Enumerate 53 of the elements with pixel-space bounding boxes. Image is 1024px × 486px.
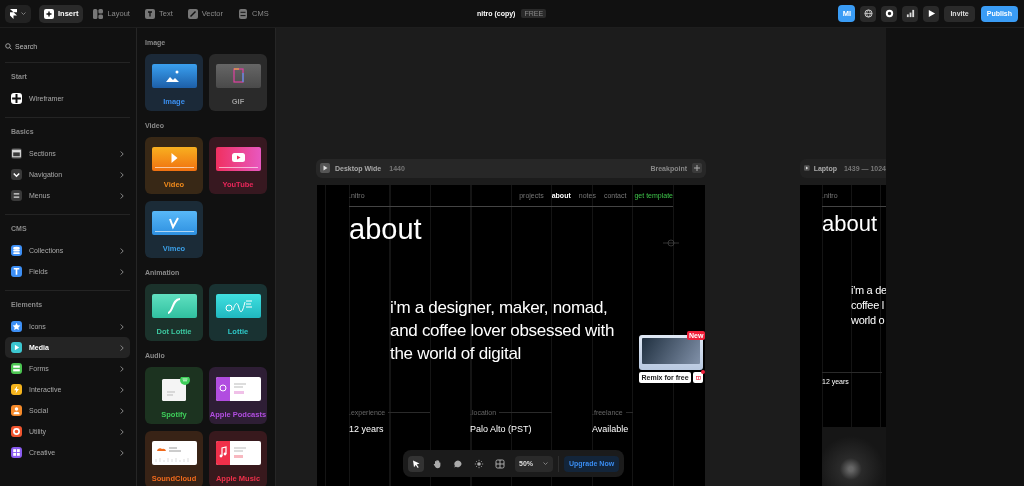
ring-icon — [884, 9, 894, 18]
website-screenshot-placeholder — [642, 337, 700, 364]
template-preview-card[interactable] — [639, 334, 703, 370]
video-player-thumbnail — [151, 147, 197, 171]
intro-paragraph: i'm a designer, maker, nomad, and coffee lover obsessed with the world of digital — [390, 296, 616, 365]
caret-icon — [21, 12, 26, 15]
animation-thumbnail — [215, 294, 261, 318]
audio-card-thumbnail — [215, 441, 261, 465]
page-heading: about — [349, 211, 422, 246]
play-icon[interactable] — [320, 163, 330, 174]
sun-icon — [474, 458, 484, 469]
pointer-icon — [411, 458, 421, 469]
video-player-thumbnail — [151, 211, 197, 235]
record-button[interactable] — [881, 5, 898, 22]
photo-placeholder — [822, 426, 886, 486]
video-player-thumbnail — [215, 147, 261, 171]
audio-card-thumbnail — [151, 441, 197, 465]
globe-button[interactable] — [860, 5, 877, 22]
bar-chart-icon — [905, 9, 915, 18]
plus-icon — [694, 165, 700, 172]
hand-icon — [432, 458, 442, 469]
stat-value: 12 years — [349, 423, 385, 434]
gift-button[interactable] — [693, 371, 703, 383]
intro-line: i'm a de — [851, 282, 886, 298]
play-icon[interactable] — [804, 163, 810, 174]
curve-thumbnail — [151, 294, 197, 318]
stat-value: Available — [592, 423, 630, 434]
layout-icon — [93, 8, 104, 19]
logo-menu-button[interactable] — [5, 4, 31, 23]
tool-button[interactable] — [408, 455, 424, 472]
play-icon — [926, 9, 936, 18]
landscape-thumbnail — [151, 64, 197, 88]
logo-icon — [10, 8, 17, 19]
plus-icon — [44, 8, 54, 19]
database-icon — [238, 8, 248, 19]
globe-icon — [863, 9, 873, 18]
page-heading: about — [822, 209, 879, 238]
text-icon — [144, 8, 155, 19]
caret-icon — [543, 462, 548, 465]
audio-card-thumbnail — [215, 377, 261, 401]
intro-line: coffee l — [851, 297, 885, 313]
intro-line: world o — [851, 312, 886, 328]
comment-icon — [453, 458, 463, 469]
gift-icon — [695, 374, 701, 380]
search-icon — [5, 42, 12, 50]
gif-frame-thumbnail — [215, 64, 261, 88]
grid-icon — [495, 458, 505, 469]
stat-value: Palo Alto (PST) — [470, 423, 533, 434]
analytics-button[interactable] — [902, 5, 919, 22]
preview-button[interactable] — [923, 5, 940, 22]
add-breakpoint-button[interactable] — [692, 163, 702, 174]
crosshair-icon — [663, 238, 679, 247]
pen-icon — [187, 8, 198, 19]
